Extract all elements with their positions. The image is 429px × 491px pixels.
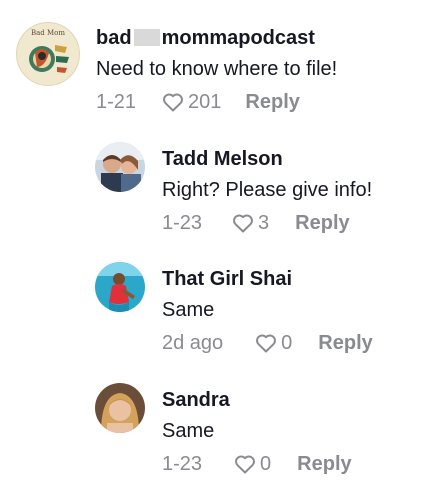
comment-text: Same	[162, 420, 215, 442]
reply-item: Tadd Melson Right? Please give info! 1-2…	[95, 142, 372, 235]
like-group: 0	[253, 331, 292, 355]
avatar[interactable]	[95, 262, 145, 312]
like-count: 0	[260, 453, 272, 475]
reply-button[interactable]: Reply	[245, 90, 299, 114]
like-count: 3	[258, 212, 270, 234]
reply-button[interactable]: Reply	[318, 331, 372, 355]
heart-outline-icon[interactable]	[230, 211, 256, 235]
comment-date: 1-21	[96, 91, 137, 113]
comment-date: 2d ago	[162, 332, 224, 354]
svg-text:Bad Mom: Bad Mom	[31, 29, 65, 37]
like-group: 3	[230, 211, 269, 235]
like-count: 201	[188, 91, 222, 113]
beach-photo-avatar	[95, 262, 145, 312]
heart-outline-icon[interactable]	[160, 90, 186, 114]
comment-item: Bad Mom bad mommapodcast Need to know whe…	[16, 22, 337, 114]
username[interactable]: Sandra	[162, 388, 352, 412]
podcast-logo-avatar: Bad Mom	[17, 23, 79, 85]
reply-item: That Girl Shai Same 2d ago 0 Reply	[95, 262, 373, 355]
username[interactable]: That Girl Shai	[162, 267, 373, 291]
reply-item: Sandra Same 1-23 0 Reply	[95, 383, 352, 476]
comment-meta: 1-23 0 Reply	[162, 452, 352, 476]
avatar[interactable]	[95, 142, 145, 192]
avatar[interactable]	[95, 383, 145, 433]
portrait-photo-avatar	[95, 383, 145, 433]
heart-outline-icon[interactable]	[253, 331, 279, 355]
redacted-block	[133, 29, 160, 46]
avatar[interactable]: Bad Mom	[16, 22, 80, 86]
comment-text: Need to know where to file!	[96, 58, 338, 80]
like-group: 0	[232, 452, 271, 476]
couple-photo-avatar	[95, 142, 145, 192]
comment-meta: 1-21 201 Reply	[96, 90, 337, 114]
like-group: 201	[160, 90, 221, 114]
reply-button[interactable]: Reply	[295, 211, 349, 235]
username[interactable]: bad mommapodcast	[96, 26, 337, 50]
comment-meta: 2d ago 0 Reply	[162, 331, 373, 355]
comment-text: Same	[162, 299, 215, 321]
heart-outline-icon[interactable]	[232, 452, 258, 476]
comment-date: 1-23	[162, 453, 203, 475]
like-count: 0	[281, 332, 293, 354]
comment-date: 1-23	[162, 212, 203, 234]
comment-meta: 1-23 3 Reply	[162, 211, 372, 235]
comment-text: Right? Please give info!	[162, 179, 373, 201]
username[interactable]: Tadd Melson	[162, 147, 372, 171]
reply-button[interactable]: Reply	[297, 452, 351, 476]
